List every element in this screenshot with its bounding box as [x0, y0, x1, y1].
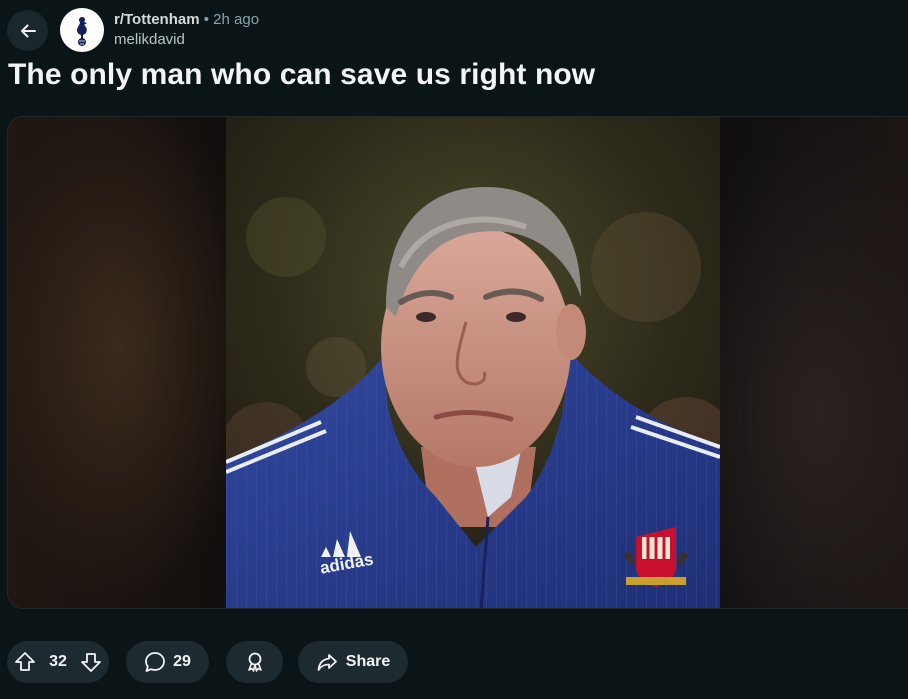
post-media[interactable]: adidas [7, 116, 908, 609]
share-button[interactable]: Share [298, 641, 408, 683]
award-button[interactable] [226, 641, 283, 683]
tottenham-crest-icon [67, 13, 97, 47]
post-meta: r/Tottenham • 2h ago melikdavid [114, 10, 259, 50]
meta-separator: • [203, 11, 209, 28]
comment-icon [144, 651, 166, 673]
downvote-icon[interactable] [79, 650, 103, 674]
vote-group: 32 [7, 641, 109, 683]
upvote-icon[interactable] [13, 650, 37, 674]
comment-count: 29 [173, 653, 191, 670]
post-time: 2h ago [213, 11, 260, 28]
subreddit-link[interactable]: r/Tottenham [114, 11, 200, 28]
subreddit-avatar[interactable] [60, 8, 104, 52]
vote-count: 32 [49, 653, 67, 670]
author-link[interactable]: melikdavid [114, 30, 259, 50]
back-button[interactable] [7, 10, 48, 51]
post-title: The only man who can save us right now [8, 58, 596, 91]
back-arrow-icon [18, 21, 38, 41]
comments-button[interactable]: 29 [126, 641, 209, 683]
award-icon [244, 651, 266, 673]
share-label: Share [345, 653, 391, 670]
post-image: adidas [226, 117, 720, 608]
share-icon [316, 651, 338, 673]
